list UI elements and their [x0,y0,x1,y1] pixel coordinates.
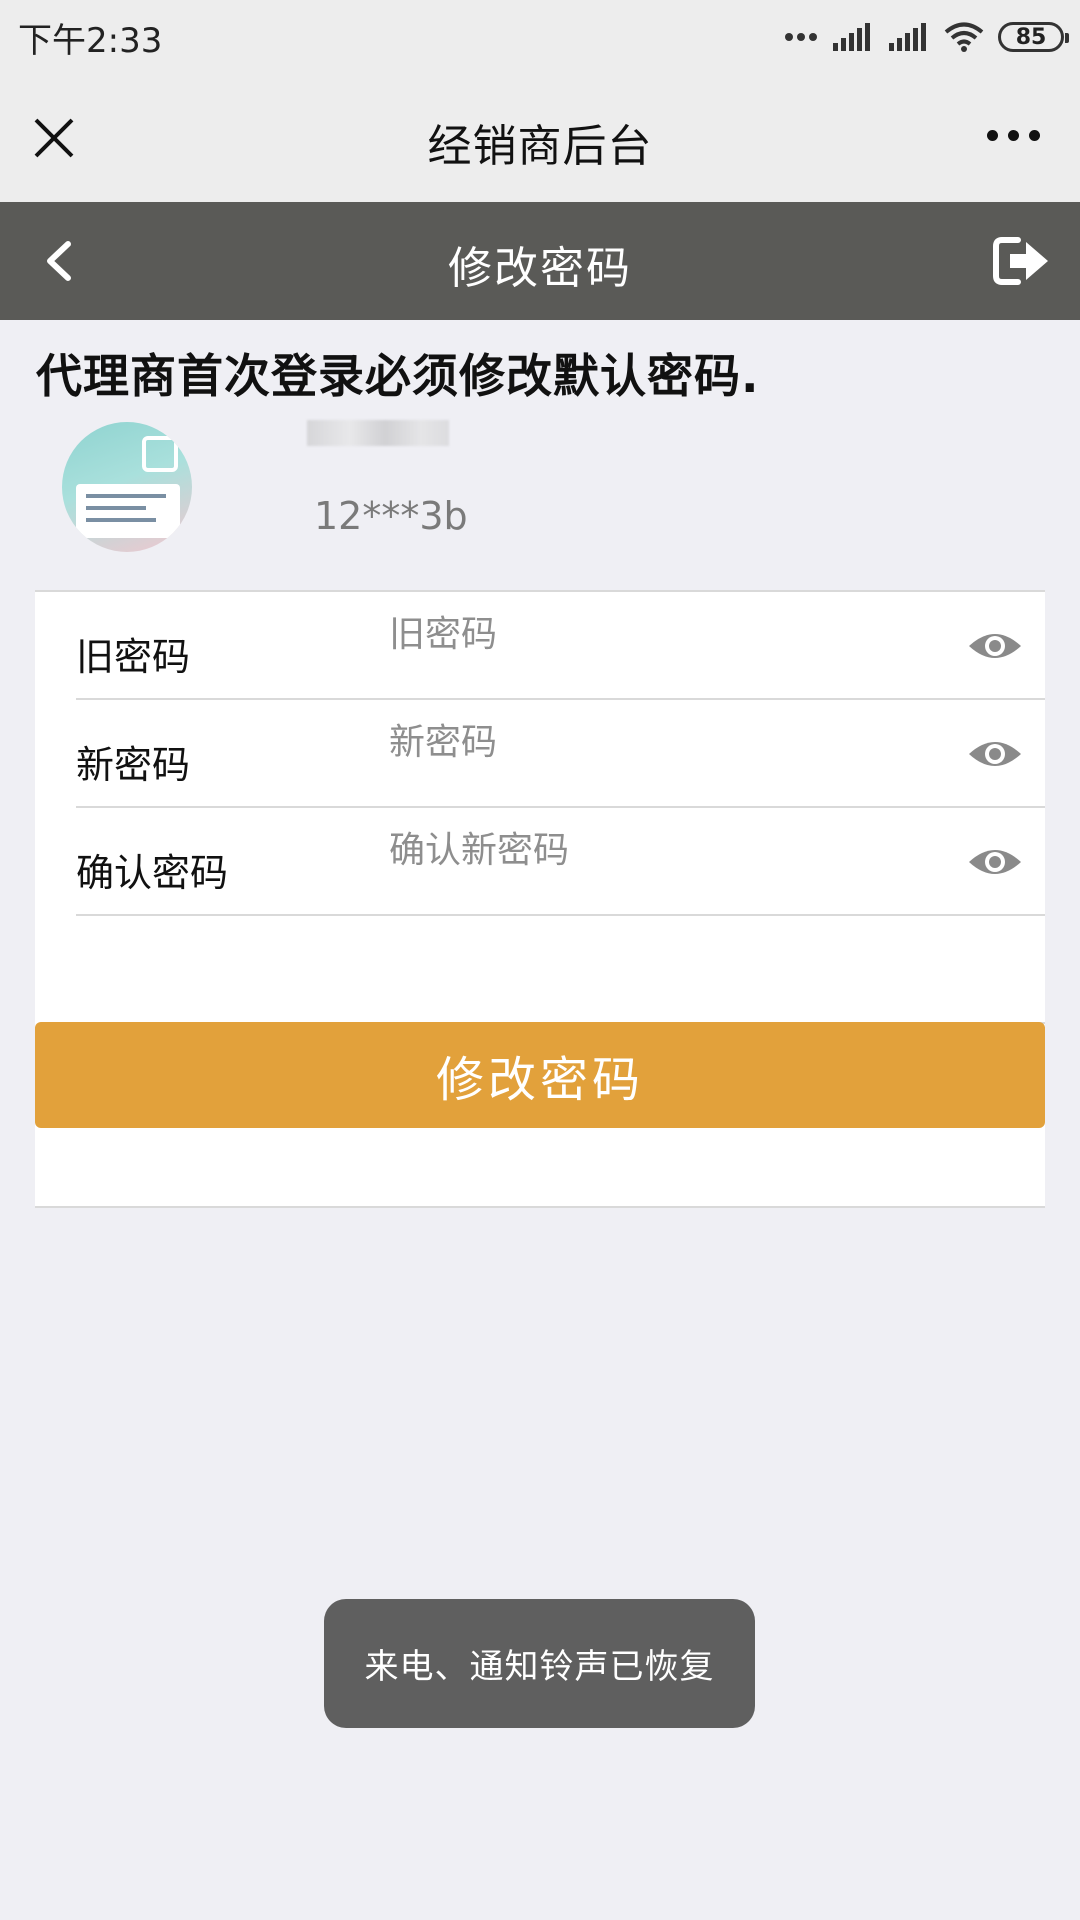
battery-icon: 85 [998,22,1069,52]
new-password-input[interactable] [389,714,909,770]
status-icons: 85 [784,21,1069,53]
app-title: 经销商后台 [427,121,653,172]
form-spacer-row [76,916,1045,1024]
eye-icon[interactable] [967,844,1023,880]
more-dots-icon [785,33,817,41]
status-bar: 下午2:33 85 [0,0,1080,74]
status-time: 下午2:33 [18,20,163,61]
password-form: 旧密码 新密码 确认密码 修改密码 [35,590,1045,1208]
more-menu-icon[interactable] [987,130,1040,141]
page-header: 修改密码 [0,202,1080,320]
change-password-button[interactable]: 修改密码 [35,1022,1045,1128]
eye-icon[interactable] [967,736,1023,772]
battery-level: 85 [1015,24,1047,50]
signal-icon-2 [889,23,926,51]
signal-icon [833,23,870,51]
wechat-nav-bar: 经销商后台 [0,74,1080,202]
old-password-label: 旧密码 [76,635,191,679]
confirm-password-row: 确认密码 [76,808,1045,916]
user-id: 12***3b [314,494,468,538]
blurred-username [307,420,449,446]
logout-icon[interactable] [990,232,1052,290]
old-password-input[interactable] [389,606,909,662]
avatar [62,422,192,552]
notice-text: 代理商首次登录必须修改默认密码. [36,349,760,403]
confirm-password-input[interactable] [389,822,909,878]
wifi-icon [944,22,984,52]
new-password-label: 新密码 [76,743,191,787]
confirm-password-label: 确认密码 [76,851,229,895]
new-password-row: 新密码 [76,700,1045,808]
eye-icon[interactable] [967,628,1023,664]
old-password-row: 旧密码 [76,592,1045,700]
toast-message: 来电、通知铃声已恢复 [324,1599,755,1728]
page-title: 修改密码 [448,243,632,294]
